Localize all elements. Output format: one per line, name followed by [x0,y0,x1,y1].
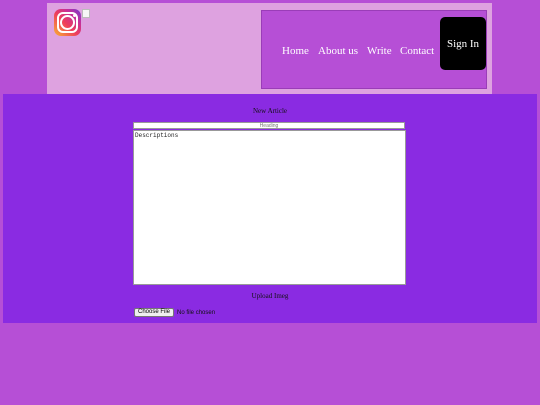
sign-in-button[interactable]: Sign In [440,17,486,70]
form-title: New Article [252,107,287,115]
article-form: New Article Upload Imeg Choose File No f… [3,94,537,323]
logo-dot [73,14,76,17]
upload-label: Upload Imeg [251,292,289,300]
logo-lens [60,15,75,30]
nav-contact-link[interactable]: Contact [400,45,434,57]
file-status-text: No file chosen [177,309,216,316]
choose-file-button[interactable]: Choose File [134,308,175,317]
main-nav: Home About us Write Contact Sign In [261,10,487,89]
instagram-icon[interactable] [54,9,81,36]
description-textarea[interactable] [133,130,406,285]
nav-write-link[interactable]: Write [367,45,392,57]
site-header: Home About us Write Contact Sign In [47,3,492,94]
broken-image-icon [82,9,90,18]
heading-input[interactable] [133,122,405,129]
nav-home-link[interactable]: Home [282,45,309,57]
nav-about-link[interactable]: About us [318,45,358,57]
file-input[interactable]: Choose File No file chosen [134,308,215,317]
